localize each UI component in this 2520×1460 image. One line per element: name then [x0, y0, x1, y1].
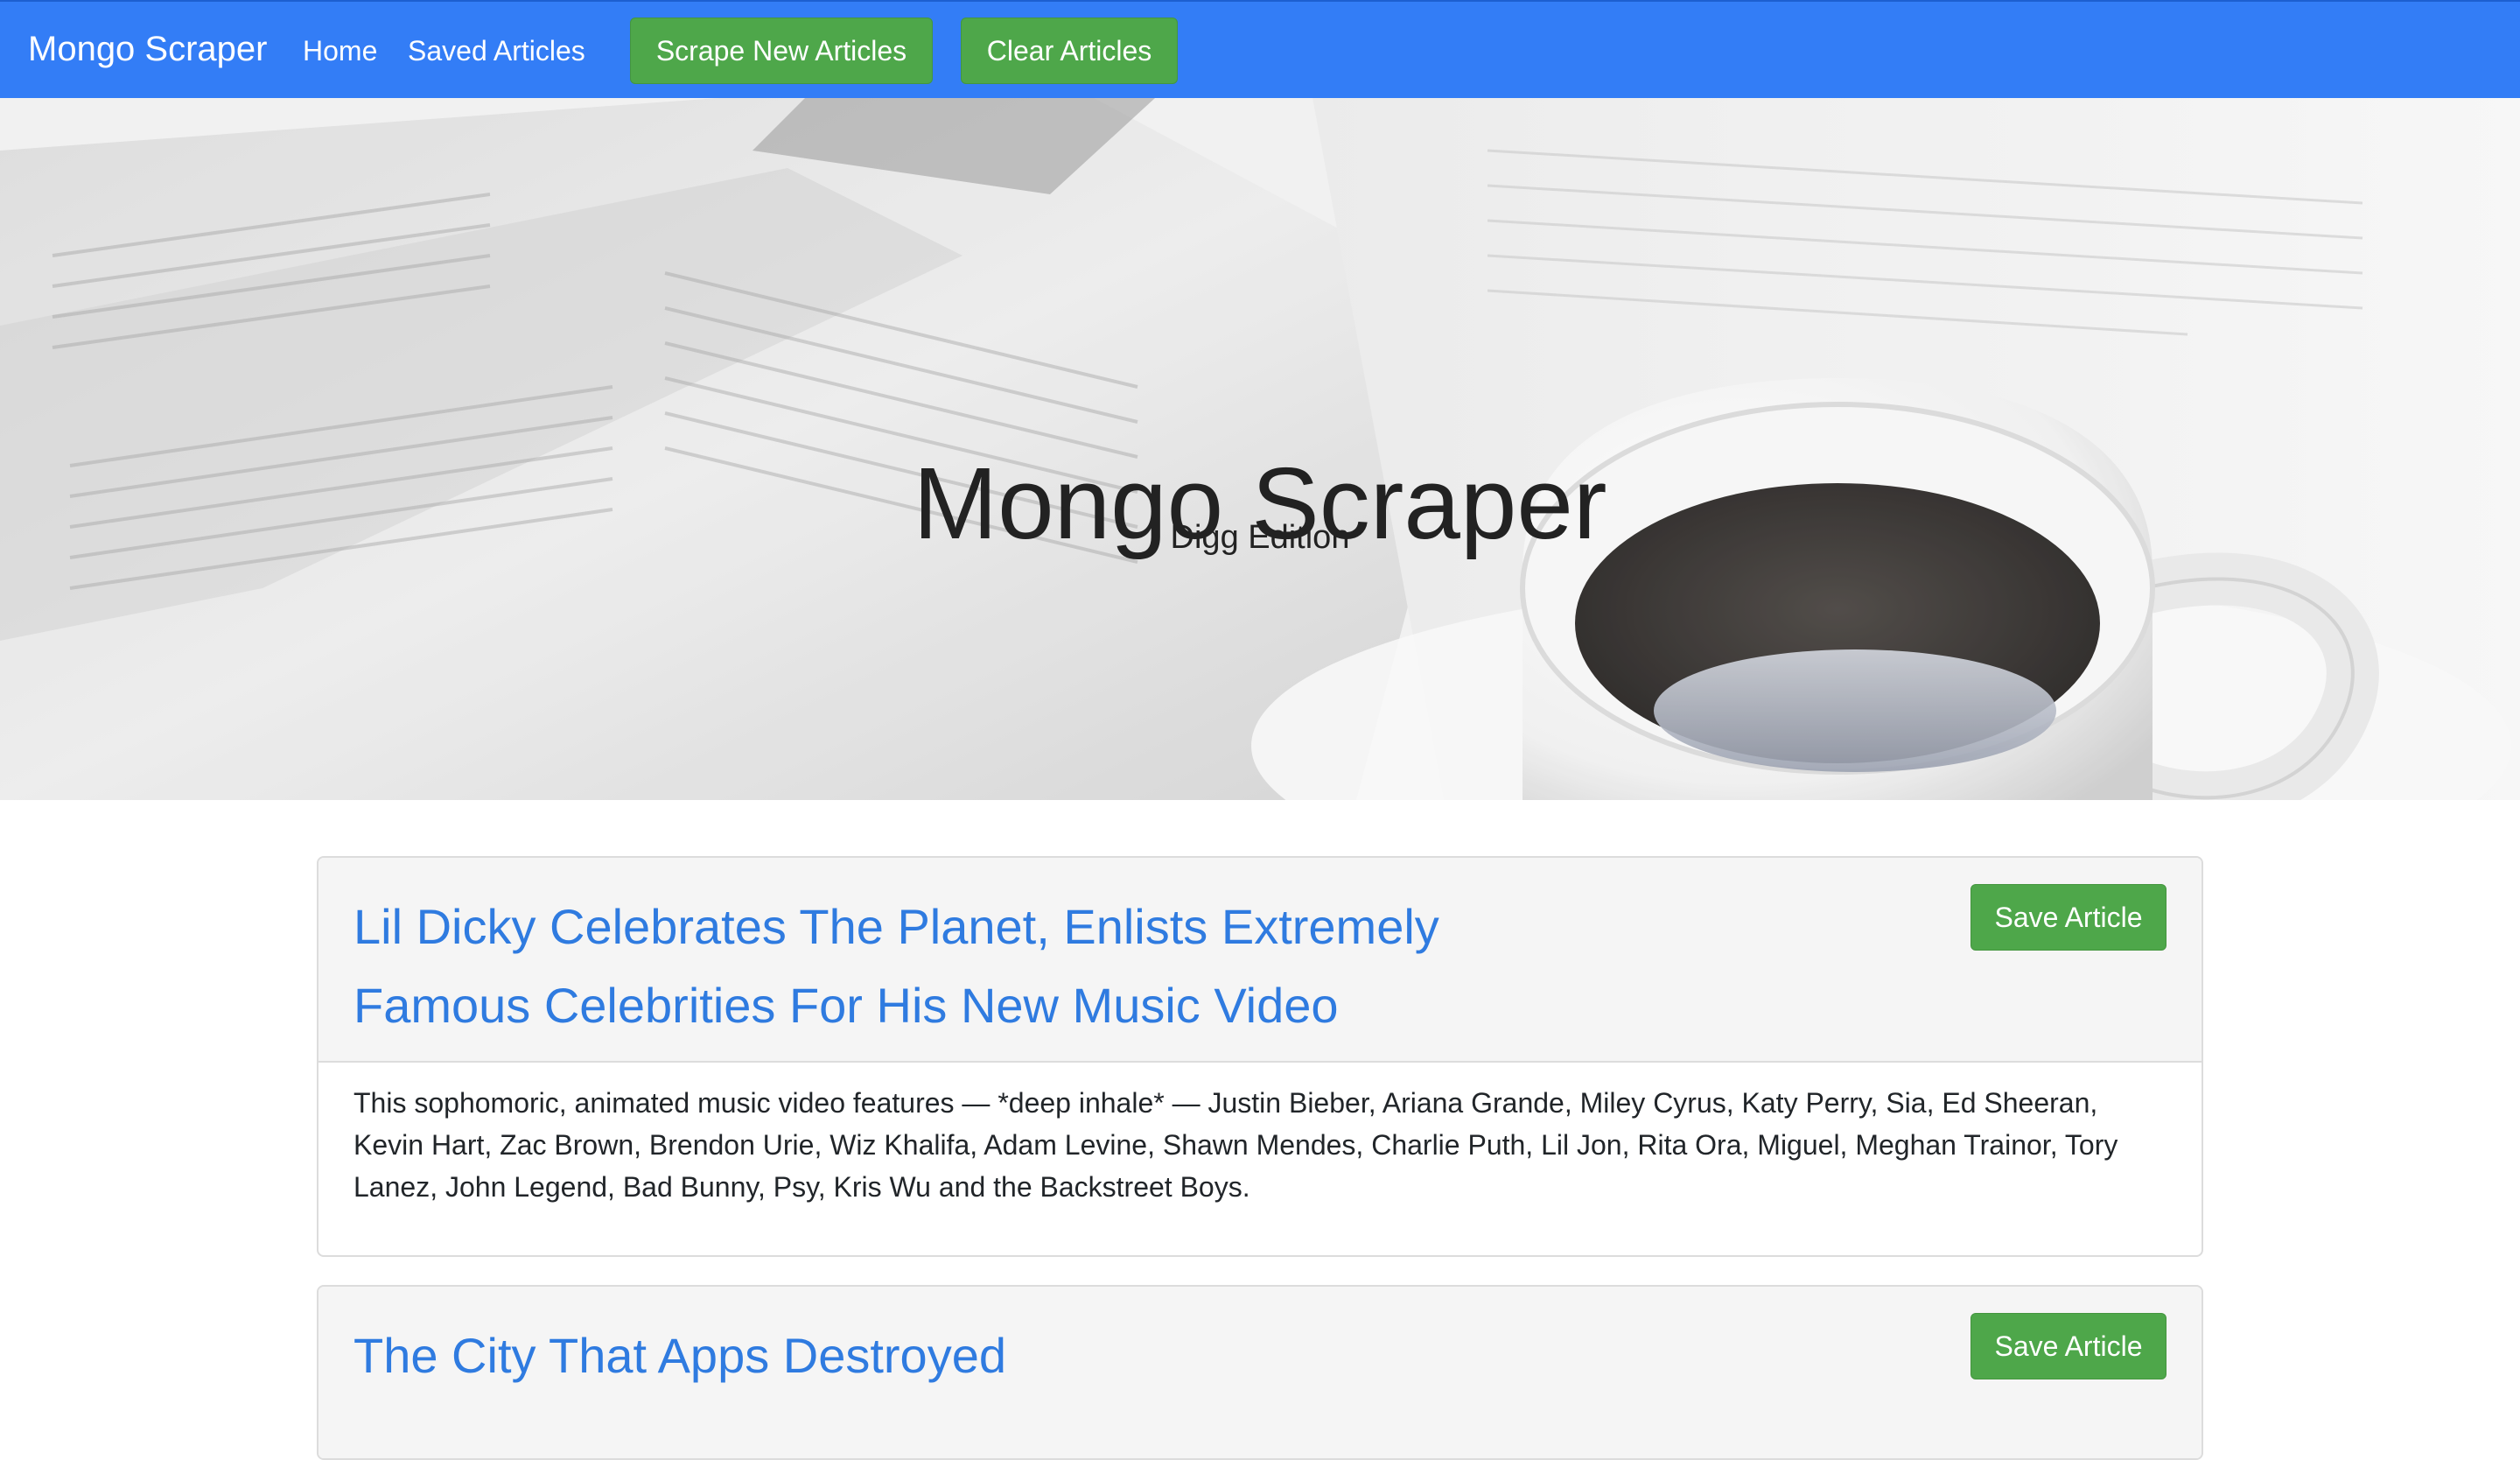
nav-saved-articles-link[interactable]: Saved Articles: [408, 33, 585, 68]
article-summary: This sophomoric, animated music video fe…: [354, 1087, 2118, 1203]
article-card: The City That Apps Destroyed Save Articl…: [317, 1285, 2203, 1460]
scrape-new-articles-button[interactable]: Scrape New Articles: [630, 18, 933, 84]
brand-link[interactable]: Mongo Scraper: [28, 28, 267, 70]
article-card-header: Lil Dicky Celebrates The Planet, Enlists…: [318, 858, 2202, 1063]
save-article-button[interactable]: Save Article: [1970, 1313, 2166, 1379]
article-card: Lil Dicky Celebrates The Planet, Enlists…: [317, 856, 2203, 1257]
save-article-button[interactable]: Save Article: [1970, 884, 2166, 951]
article-title-link[interactable]: The City That Apps Destroyed: [354, 1316, 1578, 1395]
nav-home-link[interactable]: Home: [303, 33, 377, 68]
hero-subtitle: Digg Edition: [1170, 519, 1350, 556]
hero-jumbotron: Mongo Scraper Digg Edition: [0, 98, 2520, 800]
top-navbar: Mongo Scraper Home Saved Articles Scrape…: [0, 0, 2520, 98]
article-title-link[interactable]: Lil Dicky Celebrates The Planet, Enlists…: [354, 888, 1578, 1045]
article-card-header: The City That Apps Destroyed Save Articl…: [318, 1287, 2202, 1458]
clear-articles-button[interactable]: Clear Articles: [961, 18, 1178, 84]
